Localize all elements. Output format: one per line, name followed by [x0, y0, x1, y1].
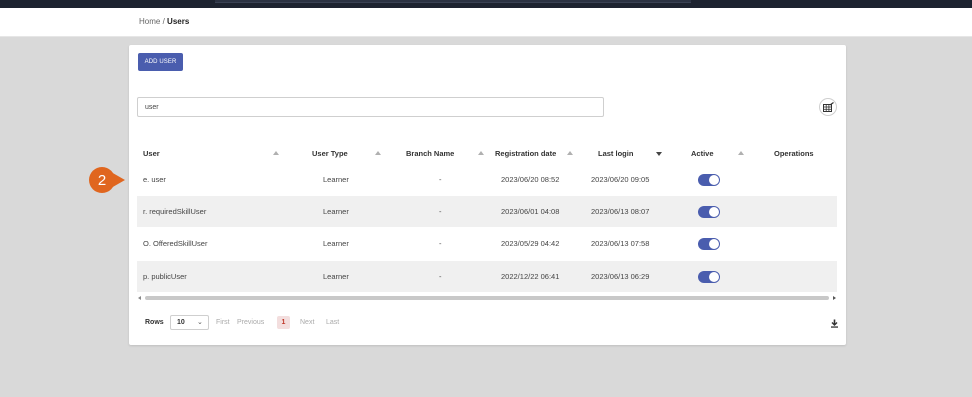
cell-last-login: 2023/06/13 06:29: [591, 272, 650, 281]
column-header-registration-date[interactable]: Registration date: [495, 149, 556, 158]
sort-arrow-icon[interactable]: [375, 151, 381, 155]
toggle-knob: [709, 207, 719, 217]
download-icon: [830, 319, 838, 328]
search-input[interactable]: [137, 97, 604, 117]
column-header-user[interactable]: User: [143, 149, 160, 158]
current-page-button[interactable]: 1: [277, 316, 290, 329]
cell-user: p. publicUser: [143, 272, 187, 281]
top-navbar-center: [215, 0, 691, 3]
add-user-button[interactable]: ADD USER: [138, 53, 183, 71]
cell-user-type: Learner: [323, 175, 349, 184]
cell-user: r. requiredSkillUser: [143, 207, 207, 216]
previous-page-button[interactable]: Previous: [237, 319, 264, 326]
horizontal-scrollbar[interactable]: [137, 294, 837, 301]
chevron-down-icon: ⌄: [197, 319, 203, 326]
cell-user: e. user: [143, 175, 166, 184]
rows-per-page-value: 10: [177, 319, 185, 326]
table-row[interactable]: r. requiredSkillUser Learner - 2023/06/0…: [137, 196, 837, 227]
sort-arrow-icon[interactable]: [273, 151, 279, 155]
cell-branch-name: -: [439, 239, 442, 248]
sort-arrow-icon[interactable]: [567, 151, 573, 155]
cell-registration-date: 2023/06/20 08:52: [501, 175, 560, 184]
scroll-left-icon[interactable]: [138, 296, 141, 300]
top-navbar: [0, 0, 972, 8]
last-page-button[interactable]: Last: [326, 319, 339, 326]
first-page-button[interactable]: First: [216, 319, 230, 326]
cell-user-type: Learner: [323, 239, 349, 248]
cell-last-login: 2023/06/20 09:05: [591, 175, 650, 184]
active-toggle[interactable]: [698, 174, 720, 186]
table-column-select-icon: [822, 102, 834, 112]
scroll-right-icon[interactable]: [833, 296, 836, 300]
users-panel: ADD USER User User Type Branch Name Regi…: [129, 45, 846, 345]
rows-label: Rows: [145, 319, 164, 326]
active-toggle[interactable]: [698, 271, 720, 283]
cell-user: O. OfferedSkillUser: [143, 239, 208, 248]
breadcrumb-separator: /: [162, 17, 165, 26]
cell-branch-name: -: [439, 207, 442, 216]
column-header-last-login[interactable]: Last login: [598, 149, 633, 158]
rows-per-page-select[interactable]: 10 ⌄: [170, 315, 209, 330]
cell-last-login: 2023/06/13 07:58: [591, 239, 650, 248]
active-toggle[interactable]: [698, 206, 720, 218]
breadcrumb-trail: Home / Users: [139, 17, 189, 26]
download-button[interactable]: [827, 316, 841, 330]
cell-registration-date: 2023/06/01 04:08: [501, 207, 560, 216]
column-header-active[interactable]: Active: [691, 149, 714, 158]
table-row[interactable]: e. user Learner - 2023/06/20 08:52 2023/…: [137, 164, 837, 195]
cell-registration-date: 2023/05/29 04:42: [501, 239, 560, 248]
paginator: Rows 10 ⌄ First Previous 1 Next Last: [137, 315, 838, 331]
sort-arrow-icon[interactable]: [478, 151, 484, 155]
cell-branch-name: -: [439, 272, 442, 281]
step-marker: 2: [89, 167, 135, 193]
toggle-knob: [709, 175, 719, 185]
cell-user-type: Learner: [323, 207, 349, 216]
next-page-button[interactable]: Next: [300, 319, 314, 326]
table-row[interactable]: p. publicUser Learner - 2022/12/22 06:41…: [137, 261, 837, 292]
toggle-knob: [709, 272, 719, 282]
active-toggle[interactable]: [698, 238, 720, 250]
sort-desc-icon[interactable]: [656, 152, 662, 156]
column-selector-button[interactable]: [819, 98, 837, 116]
sort-arrow-icon[interactable]: [738, 151, 744, 155]
cell-last-login: 2023/06/13 08:07: [591, 207, 650, 216]
table-row[interactable]: O. OfferedSkillUser Learner - 2023/05/29…: [137, 228, 837, 259]
cell-user-type: Learner: [323, 272, 349, 281]
cell-registration-date: 2022/12/22 06:41: [501, 272, 560, 281]
column-header-operations: Operations: [774, 149, 814, 158]
table-header: User User Type Branch Name Registration …: [137, 139, 837, 167]
column-header-branch-name[interactable]: Branch Name: [406, 149, 454, 158]
breadcrumb: Home / Users: [0, 8, 972, 37]
breadcrumb-home-link[interactable]: Home: [139, 17, 160, 26]
breadcrumb-current: Users: [167, 17, 190, 26]
step-number: 2: [89, 167, 115, 193]
scrollbar-thumb[interactable]: [145, 296, 829, 300]
cell-branch-name: -: [439, 175, 442, 184]
column-header-user-type[interactable]: User Type: [312, 149, 348, 158]
toggle-knob: [709, 239, 719, 249]
